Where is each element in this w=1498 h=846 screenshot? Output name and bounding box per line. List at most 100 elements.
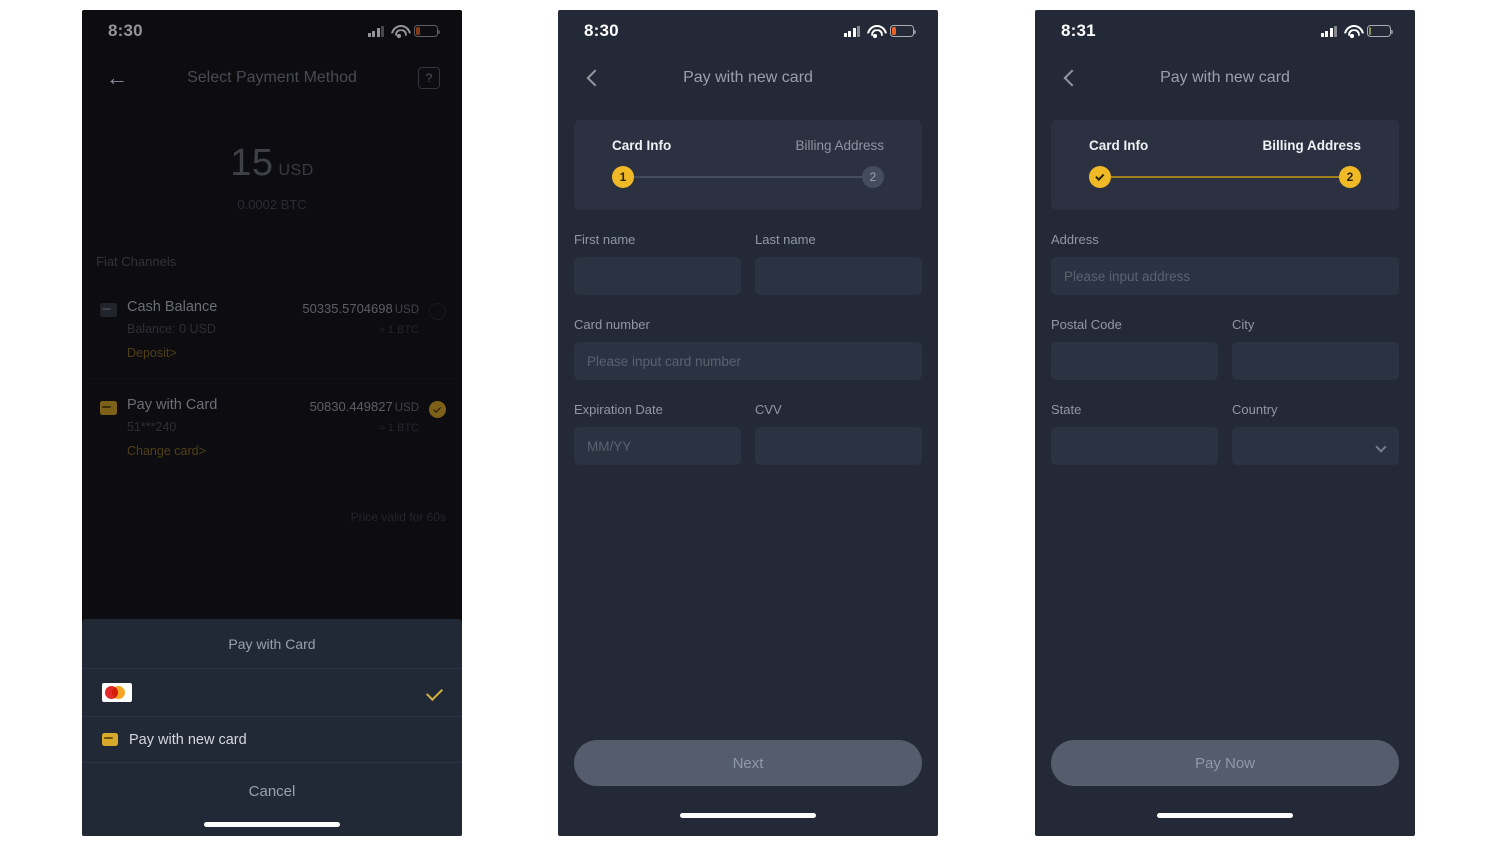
battery-icon [1367, 25, 1394, 37]
status-icons [843, 25, 917, 38]
check-icon [426, 684, 443, 701]
cancel-button[interactable]: Cancel [82, 763, 462, 822]
last-name-input[interactable] [755, 257, 922, 295]
method-rate-sub: ≈ 1 BTC [378, 422, 419, 434]
cellular-signal-icon [367, 25, 384, 37]
method-rate: 50830.449827 [309, 399, 393, 414]
wifi-icon [867, 25, 883, 38]
nav-bar: Pay with new card [1035, 52, 1415, 104]
amount-value: 15 [230, 142, 274, 184]
change-card-link[interactable]: Change card> [127, 444, 310, 458]
stepper-card-info: Card Info Billing Address 1 2 [574, 120, 922, 210]
step-label-card-info: Card Info [612, 138, 672, 153]
screenshot-stage: 8:30 ← Select Payment Method ? 15 USD 0.0… [0, 0, 1498, 846]
label-address: Address [1051, 232, 1099, 247]
label-country: Country [1232, 402, 1278, 417]
phone-screen-card-info: 8:30 Pay with new card Card Info Billing… [558, 10, 938, 836]
method-rate-sub: ≈ 1 BTC [378, 324, 419, 336]
status-clock: 8:30 [584, 21, 619, 40]
card-number-input[interactable]: Please input card number [574, 342, 922, 380]
deposit-link[interactable]: Deposit> [127, 346, 302, 360]
first-name-input[interactable] [574, 257, 741, 295]
method-radio-unselected[interactable] [429, 303, 446, 320]
card-icon-gold [100, 401, 117, 415]
step-dot-2[interactable]: 2 [862, 166, 884, 188]
arrow-left-icon[interactable]: ← [104, 65, 130, 91]
chevron-left-icon[interactable] [1057, 65, 1083, 91]
step-track: 2 [1089, 166, 1361, 188]
status-clock: 8:31 [1061, 21, 1096, 40]
address-input[interactable]: Please input address [1051, 257, 1399, 295]
chevron-left-icon[interactable] [580, 65, 606, 91]
method-rate-block: 50830.449827 USD ≈ 1 BTC [310, 399, 419, 434]
price-valid-notice: Price valid for 60s [350, 510, 446, 524]
amount-value-row: 15 USD [82, 142, 462, 185]
method-rate-block: 50335.5704698 USD ≈ 1 BTC [302, 301, 419, 336]
label-cvv: CVV [755, 402, 782, 417]
wifi-icon [391, 25, 407, 38]
page-title: Pay with new card [683, 69, 813, 86]
method-rate-currency: USD [394, 402, 419, 414]
method-rate: 50335.5704698 [302, 301, 393, 316]
phone-screen-billing-address: 8:31 Pay with new card Card Info Billing… [1035, 10, 1415, 836]
country-select[interactable] [1232, 427, 1399, 465]
method-subtitle: 51***240 [127, 420, 177, 434]
chevron-down-icon [1375, 441, 1387, 453]
label-last-name: Last name [755, 232, 816, 247]
home-indicator [204, 822, 340, 827]
method-title: Cash Balance [127, 299, 218, 315]
page-title: Pay with new card [1160, 69, 1290, 86]
cellular-signal-icon [1320, 25, 1337, 37]
status-icons [367, 25, 441, 38]
method-rate-currency: USD [394, 304, 419, 316]
sheet-item-label: Pay with new card [129, 731, 247, 748]
postal-code-input[interactable] [1051, 342, 1218, 380]
step-dot-1[interactable]: 1 [612, 166, 634, 188]
cta-container: Next [574, 740, 922, 786]
state-input[interactable] [1051, 427, 1218, 465]
amount-block: 15 USD 0.0002 BTC [82, 104, 462, 212]
payment-method-row-cash-balance[interactable]: Cash Balance Balance: 0 USD Deposit> 503… [82, 281, 462, 378]
help-icon[interactable]: ? [418, 67, 440, 89]
status-icons [1320, 25, 1394, 38]
stepper-billing-address: Card Info Billing Address 2 [1051, 120, 1399, 210]
status-clock: 8:30 [108, 21, 143, 40]
step-label-billing-address: Billing Address [795, 138, 884, 153]
method-title: Pay with Card [127, 397, 218, 413]
phone-screen-select-payment-method: 8:30 ← Select Payment Method ? 15 USD 0.0… [82, 10, 462, 836]
expiration-date-input[interactable]: MM/YY [574, 427, 741, 465]
label-first-name: First name [574, 232, 636, 247]
cvv-input[interactable] [755, 427, 922, 465]
label-state: State [1051, 402, 1082, 417]
step-labels: Card Info Billing Address [612, 138, 884, 153]
mastercard-icon [102, 683, 132, 702]
amount-crypto: 0.0002 BTC [237, 197, 307, 212]
step-dot-2[interactable]: 2 [1339, 166, 1361, 188]
amount-currency: USD [278, 162, 314, 179]
bottom-sheet-pay-with-card: Pay with Card Pay with new card Cancel [82, 619, 462, 836]
sheet-title: Pay with Card [82, 619, 462, 669]
check-icon [1095, 171, 1105, 181]
next-button[interactable]: Next [574, 740, 922, 786]
city-input[interactable] [1232, 342, 1399, 380]
sheet-item-pay-with-new-card[interactable]: Pay with new card [82, 717, 462, 763]
method-subtitle: Balance: 0 USD [127, 322, 216, 336]
section-label-fiat-channels: Fiat Channels [96, 254, 177, 269]
card-info-form: First name Last name Card number Please … [558, 210, 938, 465]
home-indicator [1157, 813, 1293, 818]
payment-method-row-pay-with-card[interactable]: Pay with Card 51***240 Change card> 5083… [82, 378, 462, 476]
step-label-billing-address: Billing Address [1262, 138, 1361, 153]
payment-method-list: Cash Balance Balance: 0 USD Deposit> 503… [82, 281, 462, 476]
step-dot-1-complete[interactable] [1089, 166, 1111, 188]
battery-icon [890, 25, 917, 37]
cellular-signal-icon [843, 25, 860, 37]
step-connector-line [623, 175, 873, 179]
page-title: Select Payment Method [187, 69, 357, 86]
nav-bar: Pay with new card [558, 52, 938, 104]
label-card-number: Card number [574, 317, 650, 332]
method-radio-selected[interactable] [429, 401, 446, 418]
pay-now-button[interactable]: Pay Now [1051, 740, 1399, 786]
sheet-item-saved-card[interactable] [82, 669, 462, 717]
label-expiration-date: Expiration Date [574, 402, 663, 417]
step-track: 1 2 [612, 166, 884, 188]
